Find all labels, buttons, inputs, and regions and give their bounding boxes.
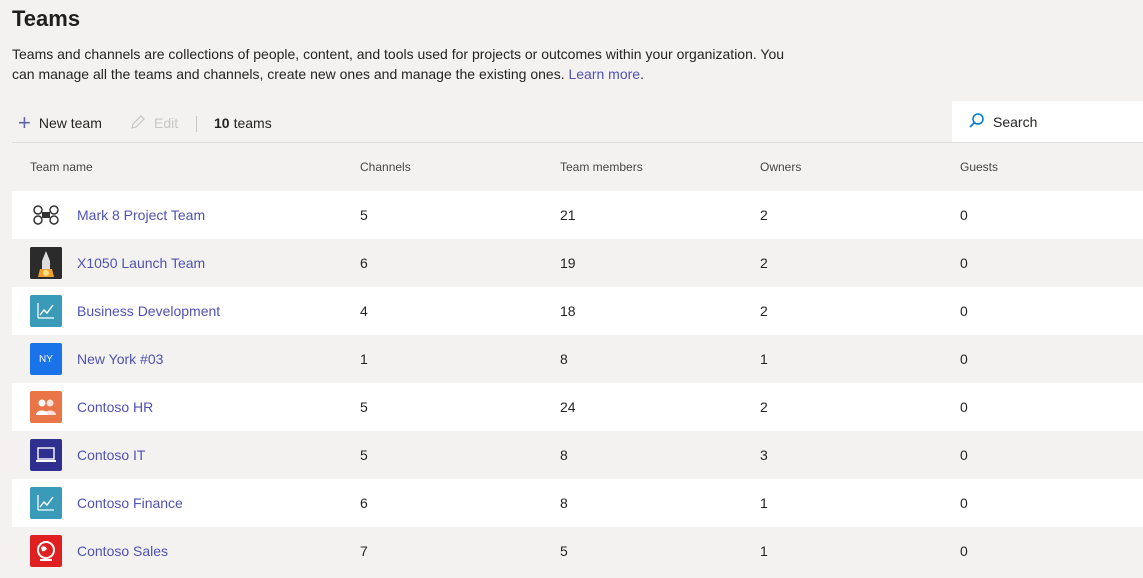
team-name-link[interactable]: Contoso IT xyxy=(77,431,145,479)
table-header: Team name Channels Team members Owners G… xyxy=(12,143,1143,191)
table-row[interactable]: Contoso Sales 7 5 1 0 xyxy=(12,527,1143,575)
team-count: 10 teams xyxy=(214,104,272,142)
owners-count: 1 xyxy=(760,543,768,559)
channels-count: 5 xyxy=(360,207,368,223)
team-name-link[interactable]: New York #03 xyxy=(77,335,163,383)
col-team-name[interactable]: Team name xyxy=(30,143,93,191)
channels-count: 1 xyxy=(360,351,368,367)
owners-count: 2 xyxy=(760,207,768,223)
members-count: 18 xyxy=(560,303,576,319)
guests-count: 0 xyxy=(960,207,968,223)
guests-count: 0 xyxy=(960,543,968,559)
edit-button[interactable]: Edit xyxy=(130,104,178,142)
search-icon xyxy=(968,112,993,132)
members-count: 19 xyxy=(560,255,576,271)
guests-count: 0 xyxy=(960,255,968,271)
edit-label: Edit xyxy=(154,115,179,131)
page-description: Teams and channels are collections of pe… xyxy=(12,44,802,84)
col-team-members[interactable]: Team members xyxy=(560,143,643,191)
col-owners[interactable]: Owners xyxy=(760,143,801,191)
people-icon xyxy=(30,391,62,423)
members-count: 21 xyxy=(560,207,576,223)
team-name-link[interactable]: Business Development xyxy=(77,287,220,335)
table-row[interactable]: Contoso IT 5 8 3 0 xyxy=(12,431,1143,479)
table-row[interactable]: Mark 8 Project Team 5 21 2 0 xyxy=(12,191,1143,239)
search-box[interactable]: Search xyxy=(952,101,1143,142)
members-count: 8 xyxy=(560,495,568,511)
toolbar: + New team Edit 10 teams Search xyxy=(12,101,1143,143)
table-row[interactable]: Business Development 4 18 2 0 xyxy=(12,287,1143,335)
search-placeholder: Search xyxy=(993,113,1038,130)
guests-count: 0 xyxy=(960,303,968,319)
col-guests[interactable]: Guests xyxy=(960,143,998,191)
teams-table-body: Mark 8 Project Team 5 21 2 0 X1050 Launc… xyxy=(12,191,1143,575)
team-count-number: 10 xyxy=(214,115,230,131)
pencil-icon xyxy=(130,114,146,133)
description-end: . xyxy=(640,66,644,82)
members-count: 8 xyxy=(560,351,568,367)
chart-icon xyxy=(30,487,62,519)
channels-count: 7 xyxy=(360,543,368,559)
owners-count: 1 xyxy=(760,351,768,367)
channels-count: 6 xyxy=(360,495,368,511)
drone-icon xyxy=(30,199,62,231)
globe-icon xyxy=(30,535,62,567)
rocket-icon xyxy=(30,247,62,279)
team-name-link[interactable]: Contoso Finance xyxy=(77,479,183,527)
guests-count: 0 xyxy=(960,447,968,463)
table-row[interactable]: Contoso Finance 6 8 1 0 xyxy=(12,479,1143,527)
owners-count: 3 xyxy=(760,447,768,463)
description-text: Teams and channels are collections of pe… xyxy=(12,46,785,82)
owners-count: 2 xyxy=(760,255,768,271)
members-count: 24 xyxy=(560,399,576,415)
members-count: 5 xyxy=(560,543,568,559)
team-name-link[interactable]: Contoso HR xyxy=(77,383,153,431)
table-row[interactable]: X1050 Launch Team 6 19 2 0 xyxy=(12,239,1143,287)
guests-count: 0 xyxy=(960,495,968,511)
new-team-label: New team xyxy=(38,115,102,131)
laptop-icon xyxy=(30,439,62,471)
learn-more-link[interactable]: Learn more xyxy=(568,66,640,82)
channels-count: 5 xyxy=(360,399,368,415)
guests-count: 0 xyxy=(960,351,968,367)
chart-icon xyxy=(30,295,62,327)
plus-icon: + xyxy=(18,110,31,135)
members-count: 8 xyxy=(560,447,568,463)
ny-initials-icon: NY xyxy=(30,343,62,375)
team-initials: NY xyxy=(39,353,53,365)
team-name-link[interactable]: Contoso Sales xyxy=(77,527,168,575)
channels-count: 5 xyxy=(360,447,368,463)
owners-count: 2 xyxy=(760,399,768,415)
owners-count: 2 xyxy=(760,303,768,319)
new-team-button[interactable]: + New team xyxy=(18,104,102,142)
owners-count: 1 xyxy=(760,495,768,511)
team-name-link[interactable]: X1050 Launch Team xyxy=(77,239,205,287)
col-channels[interactable]: Channels xyxy=(360,143,411,191)
channels-count: 6 xyxy=(360,255,368,271)
table-row[interactable]: NY New York #03 1 8 1 0 xyxy=(12,335,1143,383)
page-title: Teams xyxy=(12,6,81,31)
table-row[interactable]: Contoso HR 5 24 2 0 xyxy=(12,383,1143,431)
team-name-link[interactable]: Mark 8 Project Team xyxy=(77,191,205,239)
channels-count: 4 xyxy=(360,303,368,319)
guests-count: 0 xyxy=(960,399,968,415)
team-count-label: teams xyxy=(233,115,272,131)
toolbar-divider xyxy=(196,116,197,132)
